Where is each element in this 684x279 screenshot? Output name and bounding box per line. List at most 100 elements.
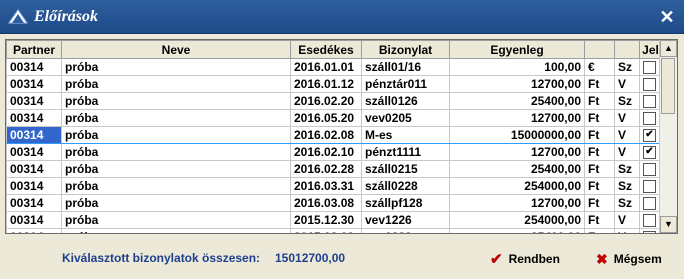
mark-checkbox[interactable]	[643, 214, 656, 228]
cell-document: szállpf128	[361, 194, 450, 212]
col-header-partner[interactable]: Partner	[6, 40, 62, 59]
cell-balance: 100,00	[449, 58, 585, 76]
checkmark-icon: ✔	[490, 251, 503, 268]
mark-checkbox[interactable]	[643, 180, 656, 194]
cross-icon: ✖	[596, 250, 608, 267]
cell-due-date: 2016.03.08	[290, 194, 362, 212]
cell-partner: 00314	[6, 228, 62, 233]
ok-button-label: Rendben	[508, 252, 560, 266]
table-row[interactable]: 00314 próba 2016.02.28 száll0215 25400,00 Ft S…	[6, 160, 662, 178]
cell-name: próba	[61, 75, 291, 93]
cell-document: pénzt1111	[361, 143, 450, 161]
col-header-type[interactable]	[614, 40, 640, 59]
cell-name: próba	[61, 58, 291, 76]
ok-button[interactable]: ✔ Rendben	[490, 248, 560, 270]
cell-name: próba	[61, 109, 291, 127]
cell-balance: 25400,00	[449, 92, 585, 110]
table-row[interactable]: 00314 próba 2016.02.20 száll0126 25400,00 Ft S…	[6, 92, 662, 110]
col-header-due[interactable]: Esedékes	[290, 40, 362, 59]
cell-name: próba	[61, 92, 291, 110]
cell-type: Sz	[614, 160, 640, 178]
cell-balance: 254000,00	[449, 211, 585, 229]
cancel-button[interactable]: ✖ Mégsem	[596, 248, 662, 270]
col-header-document[interactable]: Bizonylat	[361, 40, 450, 59]
col-header-balance[interactable]: Egyenleg	[449, 40, 585, 59]
cell-type: Sz	[614, 58, 640, 76]
mark-checkbox[interactable]	[643, 197, 656, 211]
cell-type: V	[614, 126, 640, 144]
mark-checkbox[interactable]	[643, 78, 656, 92]
table-row[interactable]: 00314 próba 2016.01.01 száll01/16 100,00 € Sz	[6, 58, 662, 76]
cell-due-date: 2015.12.30	[290, 211, 362, 229]
cell-partner: 00314	[6, 160, 62, 178]
col-header-currency[interactable]	[584, 40, 615, 59]
cell-name: próba	[61, 126, 291, 144]
cell-partner: 00314	[6, 58, 62, 76]
table-row[interactable]: 00314 próba 2016.03.31 száll0228 254000,00 Ft…	[6, 177, 662, 195]
scroll-down-icon[interactable]: ▼	[660, 216, 677, 233]
cell-partner: 00314	[6, 143, 62, 161]
cancel-button-label: Mégsem	[613, 252, 662, 266]
cell-type: Sz	[614, 177, 640, 195]
cell-partner: 00314	[6, 194, 62, 212]
table-row[interactable]: 00314 próba 2016.05.20 vev0205 12700,00 Ft V	[6, 109, 662, 127]
cell-name: próba	[61, 143, 291, 161]
cell-balance: 12700,00	[449, 75, 585, 93]
cell-balance: 12700,00	[449, 143, 585, 161]
documents-grid[interactable]: Partner Neve Esedékes Bizonylat Egyenleg…	[5, 39, 678, 234]
cell-currency: Ft	[584, 143, 615, 161]
cell-document: száll0228	[361, 177, 450, 195]
table-row[interactable]: 00314próba2015.02.03vev022325400,00FtV	[6, 228, 662, 233]
selected-total-label: Kiválasztott bizonylatok összesen:	[62, 251, 261, 265]
cell-partner: 00314	[6, 109, 62, 127]
scroll-thumb[interactable]	[661, 58, 675, 114]
documents-table: Partner Neve Esedékes Bizonylat Egyenleg…	[6, 40, 662, 233]
cell-type: Sz	[614, 194, 640, 212]
vertical-scrollbar[interactable]: ▲ ▼	[659, 40, 677, 233]
selected-total-value: 15012700,00	[275, 251, 346, 265]
cell-document: vev0223	[361, 228, 450, 233]
window-title: Előírások	[34, 8, 99, 25]
table-row[interactable]: 00314 próba 2016.02.10 pénzt1111 12700,00 Ft V…	[6, 143, 662, 161]
cell-type: V	[614, 211, 640, 229]
mark-checkbox[interactable]: ✔	[643, 129, 656, 143]
cell-type: Sz	[614, 92, 640, 110]
table-row[interactable]: 00314 próba 2016.02.08 M-es 15000000,00 Ft V ✔	[6, 126, 662, 144]
cell-due-date: 2016.02.20	[290, 92, 362, 110]
cell-balance: 12700,00	[449, 109, 585, 127]
cell-document: vev1226	[361, 211, 450, 229]
cell-name: próba	[61, 228, 291, 233]
cell-due-date: 2016.01.12	[290, 75, 362, 93]
col-header-name[interactable]: Neve	[61, 40, 291, 59]
cell-currency: Ft	[584, 109, 615, 127]
table-row[interactable]: 00314 próba 2015.12.30 vev1226 254000,00 Ft V	[6, 211, 662, 229]
cell-due-date: 2015.02.03	[290, 228, 362, 233]
cell-partner: 00314	[6, 126, 62, 144]
mark-checkbox[interactable]	[643, 61, 656, 75]
table-row[interactable]: 00314 próba 2016.03.08 szállpf128 12700,00 Ft…	[6, 194, 662, 212]
scroll-up-icon[interactable]: ▲	[660, 40, 677, 57]
cell-document: száll01/16	[361, 58, 450, 76]
cell-partner: 00314	[6, 211, 62, 229]
close-button[interactable]: ✕	[658, 8, 676, 26]
cell-document: M-es	[361, 126, 450, 144]
cell-currency: Ft	[584, 126, 615, 144]
cell-document: pénztár011	[361, 75, 450, 93]
cell-name: próba	[61, 160, 291, 178]
mark-checkbox[interactable]: ✔	[643, 146, 656, 160]
cell-balance: 15000000,00	[449, 126, 585, 144]
cell-name: próba	[61, 194, 291, 212]
cell-balance: 25400,00	[449, 160, 585, 178]
cell-balance: 254000,00	[449, 177, 585, 195]
table-row[interactable]: 00314 próba 2016.01.12 pénztár011 12700,00 Ft…	[6, 75, 662, 93]
mark-checkbox[interactable]	[643, 112, 656, 126]
cell-currency: Ft	[584, 177, 615, 195]
mark-checkbox[interactable]	[643, 95, 656, 109]
cell-due-date: 2016.02.08	[290, 126, 362, 144]
cell-name: próba	[61, 177, 291, 195]
mark-checkbox[interactable]	[643, 163, 656, 177]
cell-currency: Ft	[584, 92, 615, 110]
mark-checkbox[interactable]	[643, 231, 656, 233]
cell-balance: 12700,00	[449, 194, 585, 212]
cell-type: V	[614, 109, 640, 127]
